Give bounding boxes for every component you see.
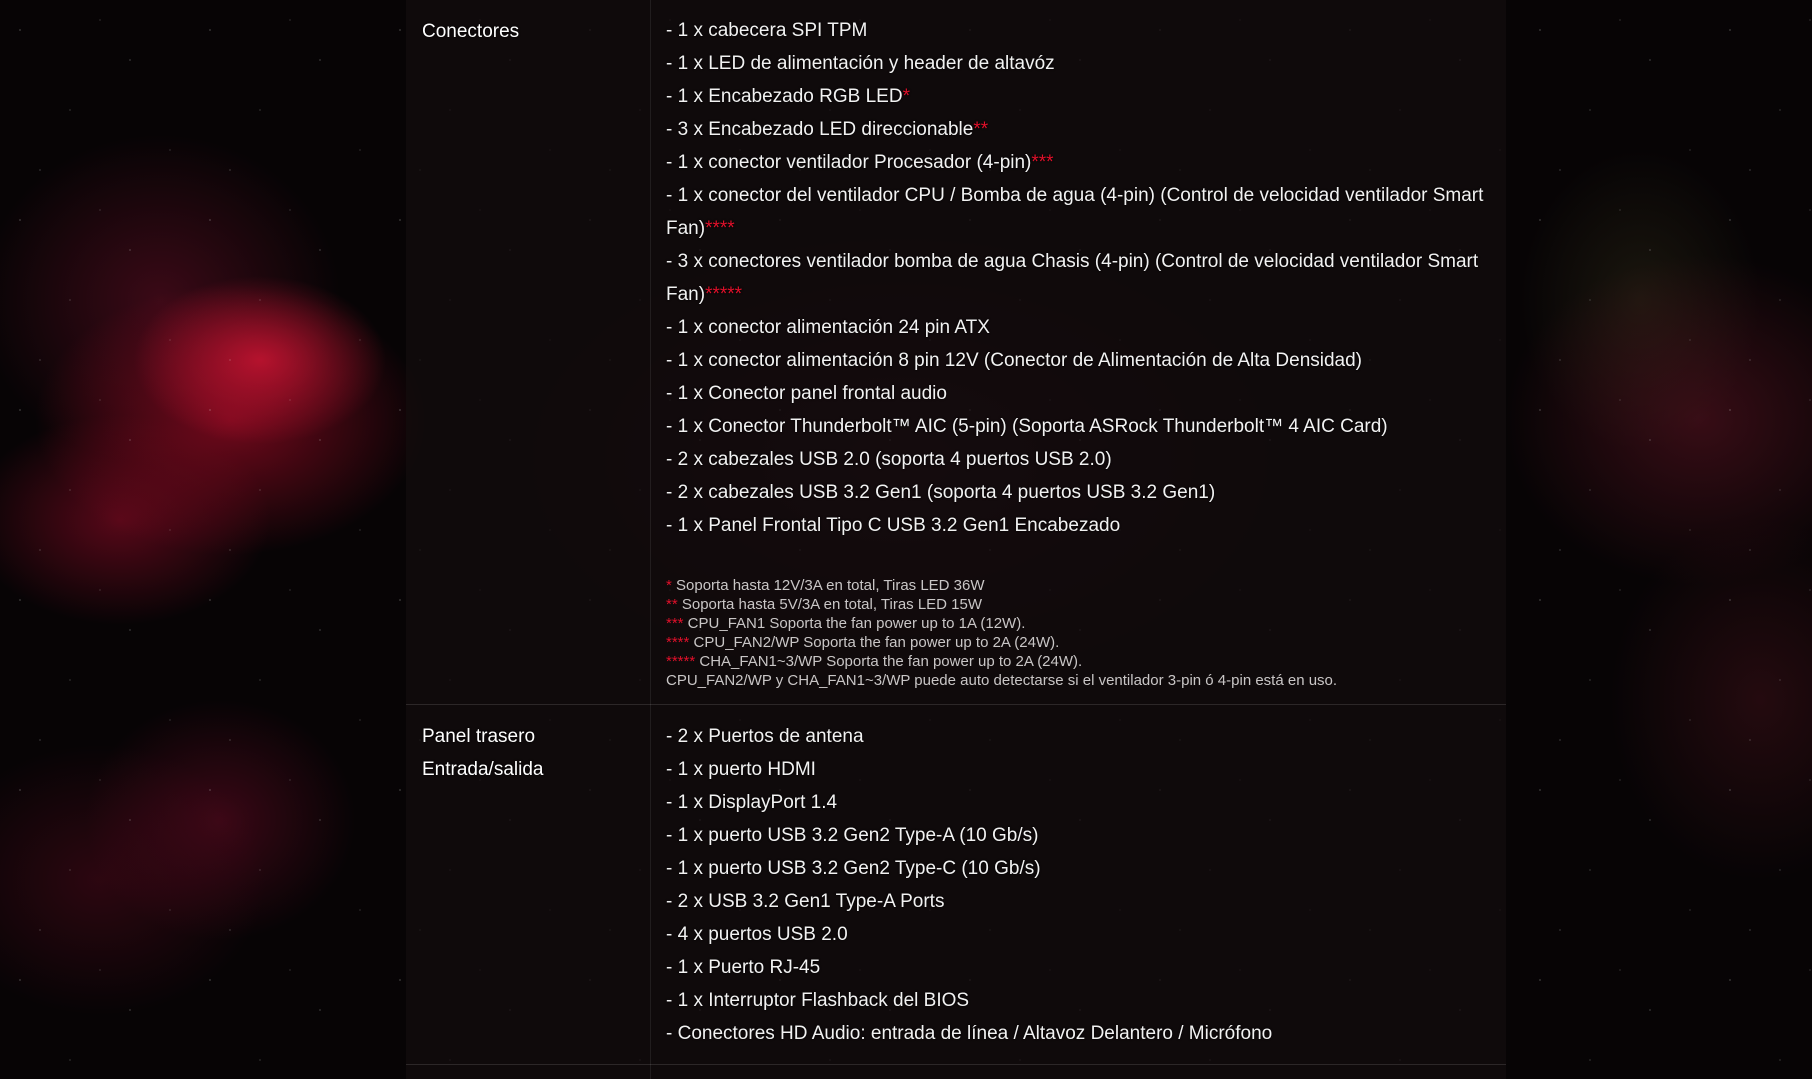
list-item: - 1 x Conector panel frontal audio	[666, 377, 1496, 410]
footnote-marker: ****	[705, 218, 735, 239]
footnote-text: CPU_FAN2/WP Soporta the fan power up to …	[689, 634, 1060, 651]
list-item-text: - 1 x conector alimentación 8 pin 12V (C…	[666, 350, 1363, 371]
list-item: - 1 x conector ventilador Procesador (4-…	[666, 146, 1496, 179]
list-item: - 1 x Interruptor Flashback del BIOS	[666, 990, 970, 1011]
footnote-marker: ****	[666, 634, 690, 651]
footnote-marker: **	[666, 596, 678, 613]
list-item: - 1 x LED de alimentación y header de al…	[666, 47, 1496, 80]
list-item: - 1 x Encabezado RGB LED*	[666, 80, 1496, 113]
footnote: ***** CHA_FAN1~3/WP Soporta the fan powe…	[666, 652, 1496, 671]
list-item: - 4 x puertos USB 2.0	[666, 924, 848, 945]
list-item: - 1 x Puerto RJ-45	[666, 957, 821, 978]
list-item-text: - 1 x Conector panel frontal audio	[666, 383, 947, 404]
footnote-marker: **	[973, 119, 989, 140]
list-item: - 1 x puerto HDMI	[666, 759, 816, 780]
footnote: CPU_FAN2/WP y CHA_FAN1~3/WP puede auto d…	[666, 671, 1496, 690]
list-item: - 1 x cabecera SPI TPM	[666, 14, 1496, 47]
footnote-text: Soporta hasta 12V/3A en total, Tiras LED…	[671, 577, 985, 594]
list-item: - 3 x Encabezado LED direccionable**	[666, 113, 1496, 146]
spec-row-connectors: Conectores - 1 x cabecera SPI TPM - 1 x L…	[406, 0, 1506, 704]
list-item: - 2 x cabezales USB 2.0 (soporta 4 puert…	[666, 443, 1496, 476]
list-item: - 1 x Conector Thunderbolt™ AIC (5-pin) …	[666, 410, 1496, 443]
list-item-text: - 2 x cabezales USB 2.0 (soporta 4 puert…	[666, 449, 1112, 470]
list-item: - 1 x conector alimentación 8 pin 12V (C…	[666, 344, 1496, 377]
list-item: - 1 x Panel Frontal Tipo C USB 3.2 Gen1 …	[666, 509, 1496, 542]
list-item: - 2 x Puertos de antena	[666, 726, 864, 747]
footnote: ** Soporta hasta 5V/3A en total, Tiras L…	[666, 595, 1496, 614]
list-item: - 1 x conector alimentación 24 pin ATX	[666, 311, 1496, 344]
list-item: - 1 x puerto USB 3.2 Gen2 Type-C (10 Gb/…	[666, 858, 1041, 879]
footnote-marker: ***	[1031, 152, 1054, 173]
list-item-text: - 1 x Encabezado RGB LED	[666, 86, 903, 107]
footnote-marker: *****	[705, 284, 743, 305]
list-item: - 2 x USB 3.2 Gen1 Type-A Ports	[666, 891, 945, 912]
list-item-text: - 1 x Panel Frontal Tipo C USB 3.2 Gen1 …	[666, 515, 1121, 536]
list-item: - 2 x cabezales USB 3.2 Gen1 (soporta 4 …	[666, 476, 1496, 509]
connectors-list: - 1 x cabecera SPI TPM - 1 x LED de alime…	[666, 14, 1496, 542]
list-item: - 1 x puerto USB 3.2 Gen2 Type-A (10 Gb/…	[666, 825, 1039, 846]
list-item: - Conectores HD Audio: entrada de línea …	[666, 1023, 1273, 1044]
connectors-footnotes: * Soporta hasta 12V/3A en total, Tiras L…	[666, 576, 1496, 690]
footnote-text: Soporta hasta 5V/3A en total, Tiras LED …	[677, 596, 983, 613]
footnote-marker: ***	[666, 615, 684, 632]
list-item-text: - 1 x Conector Thunderbolt™ AIC (5-pin) …	[666, 416, 1388, 437]
row-divider	[406, 1064, 1506, 1065]
list-item-text: - 3 x conectores ventilador bomba de agu…	[666, 251, 1479, 305]
list-item-text: - 3 x Encabezado LED direccionable	[666, 119, 974, 140]
list-item-text: - 1 x conector del ventilador CPU / Bomb…	[666, 185, 1484, 239]
list-item-text: - 1 x cabecera SPI TPM	[666, 20, 868, 41]
footnote: **** CPU_FAN2/WP Soporta the fan power u…	[666, 633, 1496, 652]
footnote-text: CPU_FAN2/WP y CHA_FAN1~3/WP puede auto d…	[666, 672, 1338, 689]
list-item-text: - 1 x conector ventilador Procesador (4-…	[666, 152, 1032, 173]
spec-label-line: Panel trasero	[422, 726, 536, 747]
spec-label-connectors: Conectores	[422, 21, 520, 42]
list-item: - 3 x conectores ventilador bomba de agu…	[666, 245, 1496, 311]
spec-label-line: Entrada/salida	[422, 759, 544, 780]
footnote-text: CHA_FAN1~3/WP Soporta the fan power up t…	[695, 653, 1083, 670]
list-item-text: - 1 x conector alimentación 24 pin ATX	[666, 317, 990, 338]
footnote-text: CPU_FAN1 Soporta the fan power up to 1A …	[683, 615, 1026, 632]
list-item: - 1 x conector del ventilador CPU / Bomb…	[666, 179, 1496, 245]
list-item-text: - 2 x cabezales USB 3.2 Gen1 (soporta 4 …	[666, 482, 1216, 503]
list-item: - 1 x DisplayPort 1.4	[666, 792, 838, 813]
footnote: * Soporta hasta 12V/3A en total, Tiras L…	[666, 576, 1496, 595]
footnote: *** CPU_FAN1 Soporta the fan power up to…	[666, 614, 1496, 633]
rear-panel-list: - 2 x Puertos de antena - 1 x puerto HDMI…	[666, 720, 1496, 1050]
footnote-marker: *****	[666, 653, 696, 670]
footnote-marker: *	[902, 86, 910, 107]
spec-row-rear-panel: Panel trasero Entrada/salida - 2 x Puert…	[406, 705, 1506, 1065]
list-item-text: - 1 x LED de alimentación y header de al…	[666, 53, 1055, 74]
spec-label-rear-panel: Panel trasero Entrada/salida	[422, 720, 642, 786]
